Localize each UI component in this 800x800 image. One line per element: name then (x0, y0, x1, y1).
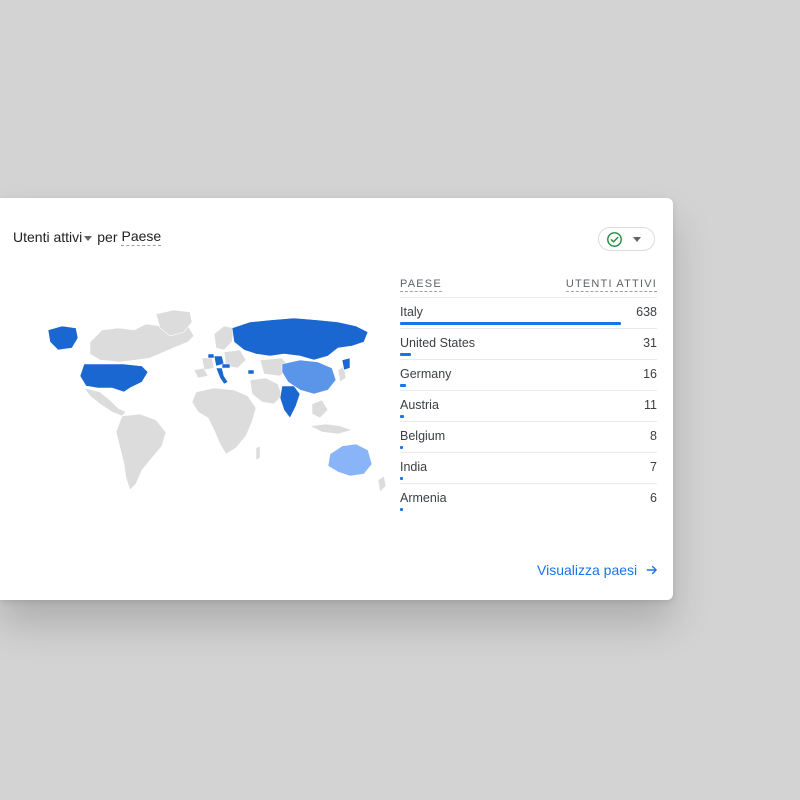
country-name: Italy (400, 305, 423, 319)
active-users-value: 16 (643, 367, 657, 381)
table-row[interactable]: Germany 16 (400, 360, 657, 391)
active-users-value: 6 (650, 491, 657, 505)
dimension-selector[interactable]: Paese (121, 228, 162, 246)
country-russia (231, 317, 369, 361)
column-header-country[interactable]: PAESE (400, 278, 442, 292)
metric-label: Utenti attivi (13, 229, 83, 245)
country-name: Armenia (400, 491, 447, 505)
active-users-value: 638 (636, 305, 657, 319)
country-australia (327, 443, 373, 477)
country-india (279, 385, 301, 419)
table-row[interactable]: Armenia 6 (400, 484, 657, 514)
chevron-down-icon (633, 236, 641, 242)
arrow-right-icon (646, 565, 657, 575)
country-table: PAESE UTENTI ATTIVI Italy 638 United State… (400, 273, 657, 514)
country-armenia (247, 369, 255, 375)
country-france (201, 357, 215, 371)
country-se-asia (311, 399, 329, 419)
table-body: Italy 638 United States 31 Germany 16 Austria 1… (400, 298, 657, 514)
country-africa (191, 387, 257, 455)
country-alaska (47, 325, 79, 351)
share-bar (400, 508, 403, 511)
country-middle-east (249, 377, 283, 405)
share-bar (400, 477, 403, 480)
active-users-value: 11 (644, 398, 657, 412)
table-row[interactable]: Austria 11 (400, 391, 657, 422)
country-madagascar (255, 445, 261, 461)
country-name: United States (400, 336, 476, 350)
country-new-zealand (377, 475, 387, 493)
share-bar (400, 384, 406, 387)
view-countries-link[interactable]: Visualizza paesi (537, 562, 659, 578)
chevron-down-icon (84, 235, 93, 241)
status-dropdown[interactable] (598, 227, 655, 251)
active-users-value: 7 (650, 460, 657, 474)
column-header-active-users[interactable]: UTENTI ATTIVI (565, 278, 657, 292)
table-row[interactable]: United States 31 (400, 329, 657, 360)
active-users-value: 8 (650, 429, 657, 443)
country-scandinavia (213, 325, 235, 351)
view-countries-label: Visualizza paesi (537, 562, 638, 578)
table-header: PAESE UTENTI ATTIVI (400, 273, 657, 298)
country-name: Germany (400, 367, 452, 381)
world-map (47, 309, 387, 493)
card-title: Utenti attivi per Paese (13, 228, 162, 246)
share-bar (400, 415, 404, 418)
metric-selector[interactable]: Utenti attivi (13, 229, 97, 245)
country-austria (221, 363, 231, 369)
check-circle-icon (607, 231, 622, 247)
table-row[interactable]: Italy 638 (400, 298, 657, 329)
country-mexico (83, 387, 127, 417)
active-users-value: 31 (643, 336, 657, 350)
active-users-by-country-card: Utenti attivi per Paese PAESE UTENTI ATT… (0, 198, 673, 600)
country-indonesia (308, 423, 354, 435)
country-belgium (207, 353, 215, 359)
country-united-states (79, 363, 149, 393)
country-name: Austria (400, 398, 439, 412)
country-name: Belgium (400, 429, 446, 443)
country-italy (215, 367, 229, 385)
share-bar (400, 353, 411, 356)
share-bar (400, 446, 403, 449)
country-brazil (115, 413, 167, 491)
table-row[interactable]: Belgium 8 (400, 422, 657, 453)
country-name: India (400, 460, 428, 474)
table-row[interactable]: India 7 (400, 453, 657, 484)
per-label: per (97, 229, 118, 245)
share-bar (400, 322, 621, 325)
